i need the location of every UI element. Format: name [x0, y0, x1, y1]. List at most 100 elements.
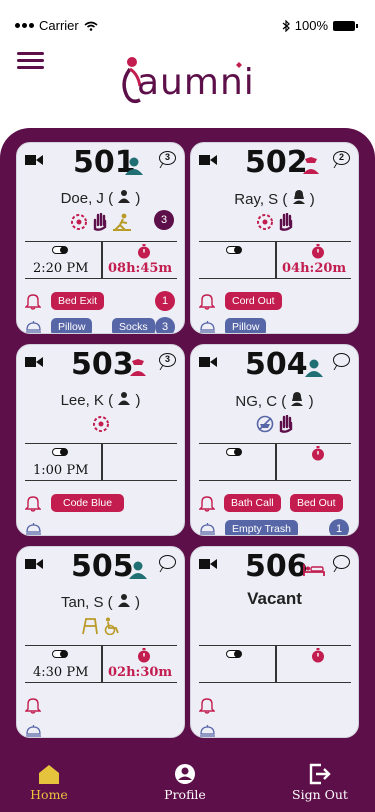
chat-bubble-icon[interactable] [333, 555, 350, 569]
alert-chip-bed-exit[interactable]: Bed Exit [51, 292, 105, 310]
pill-icon [226, 650, 242, 658]
message-count: 3 [164, 354, 170, 364]
carrier-label: Carrier [39, 18, 79, 33]
bed-icon [303, 564, 325, 576]
medication-panel: 4:30 PM 02h:30m [25, 645, 177, 683]
stop-hand-icon [93, 213, 106, 231]
medication-panel: 2:20 PM 08h:45m [25, 241, 177, 279]
signal-icon [15, 23, 34, 28]
person-icon [291, 392, 304, 406]
message-count-icon[interactable]: 2 [333, 151, 350, 165]
nav-sign-out[interactable]: Sign Out [280, 763, 360, 802]
alert-chip-bed-out[interactable]: Bed Out [290, 494, 343, 512]
alert-chip-code-blue[interactable]: Code Blue [51, 494, 125, 512]
person-icon [292, 190, 305, 204]
message-count: 3 [164, 152, 170, 162]
video-camera-icon[interactable] [25, 558, 43, 570]
alert-row: Code Blue [25, 493, 177, 515]
stopwatch-icon [312, 244, 324, 259]
request-chip-pillow[interactable]: Pillow [225, 318, 267, 333]
alert-row [25, 695, 177, 717]
room-card-505[interactable]: 505 Tan, S ( ) 4:30 PM 02h:30m [16, 546, 185, 738]
room-card-501[interactable]: 501 3 Doe, J ( ) 3 2:20 PM 08h:45m Bed E… [16, 142, 185, 334]
nurse-icon [305, 359, 323, 377]
stopwatch-icon [312, 648, 324, 663]
battery-icon [333, 20, 358, 31]
nav-home[interactable]: Home [9, 763, 89, 802]
bell-icon [25, 698, 41, 714]
divider [275, 444, 277, 480]
bluetooth-icon [282, 19, 290, 32]
fall-risk-icon [70, 214, 87, 230]
divider [275, 646, 277, 682]
request-chip-socks[interactable]: Socks [112, 318, 155, 333]
walker-icon [81, 618, 98, 635]
nurse-icon [130, 359, 146, 376]
next-med-time: 4:30 PM [33, 665, 89, 680]
patient-name: Doe, J ( ) [60, 190, 141, 207]
chat-bubble-icon[interactable] [159, 555, 176, 569]
next-med-time: 1:00 PM [33, 463, 89, 478]
alert-chip-bath-call[interactable]: Bath Call [224, 494, 281, 512]
room-card-502[interactable]: 502 2 Ray, S ( ) 04h:20m Cord Out Pillow [190, 142, 359, 334]
bell-icon [25, 294, 41, 310]
service-bell-icon [26, 725, 41, 737]
request-row: Empty Trash 1 [199, 519, 351, 535]
elapsed-timer: 04h:20m [282, 261, 347, 276]
nav-profile[interactable]: Profile [145, 763, 225, 802]
room-card-504[interactable]: 504 NG, C ( ) Bath Call Bed Out Empty Tr… [190, 344, 359, 536]
menu-icon[interactable] [17, 52, 45, 70]
battery-label: 100% [294, 18, 328, 33]
request-count-badge: 3 [155, 317, 175, 333]
room-number: 502 [245, 145, 308, 180]
stopwatch-icon [138, 648, 150, 663]
patient-name: Lee, K ( ) [60, 392, 141, 409]
request-chip-empty-trash[interactable]: Empty Trash [225, 520, 298, 535]
chat-bubble-icon[interactable] [333, 353, 350, 367]
service-bell-icon [200, 523, 215, 535]
request-row: Pillow [199, 317, 351, 333]
bottom-nav: Home Profile Sign Out [0, 752, 375, 812]
room-number: 504 [245, 347, 308, 382]
person-icon [117, 594, 130, 607]
status-icons [191, 413, 358, 435]
divider [101, 242, 103, 278]
video-camera-icon[interactable] [25, 154, 43, 166]
service-bell-icon [26, 321, 41, 333]
patient-name: Ray, S ( ) [234, 190, 315, 208]
alert-chip-cord-out[interactable]: Cord Out [225, 292, 282, 310]
pill-icon [52, 246, 68, 254]
request-row: Pillow Socks 3 [25, 317, 177, 333]
medication-panel: 04h:20m [199, 241, 351, 279]
alert-row: Bath Call Bed Out [199, 493, 351, 515]
patient-name: NG, C ( ) [235, 392, 314, 410]
fall-risk-icon [256, 214, 273, 230]
service-bell-icon [200, 725, 215, 737]
nurse-icon [125, 157, 143, 175]
bell-icon [199, 496, 215, 512]
system-indicators: 100% [282, 18, 358, 33]
alert-row [199, 695, 351, 717]
nav-profile-label: Profile [164, 787, 206, 802]
message-count-icon[interactable]: 3 [159, 353, 176, 367]
request-count-badge: 1 [329, 519, 349, 535]
room-card-506[interactable]: 506 Vacant [190, 546, 359, 738]
video-camera-icon[interactable] [199, 154, 217, 166]
request-chip-pillow[interactable]: Pillow [51, 318, 93, 333]
video-camera-icon[interactable] [199, 558, 217, 570]
video-camera-icon[interactable] [25, 356, 43, 368]
request-row [25, 721, 177, 737]
video-camera-icon[interactable] [199, 356, 217, 368]
medication-panel: 1:00 PM [25, 443, 177, 481]
alert-count-badge: 1 [155, 291, 175, 311]
status-icons [17, 615, 184, 637]
room-dashboard: 501 3 Doe, J ( ) 3 2:20 PM 08h:45m Bed E… [0, 128, 375, 752]
service-bell-icon [26, 523, 41, 535]
stopwatch-icon [312, 446, 324, 461]
request-row [25, 519, 177, 535]
divider [275, 242, 277, 278]
message-count-icon[interactable]: 3 [159, 151, 176, 165]
bell-icon [25, 496, 41, 512]
alert-row: Cord Out [199, 291, 351, 313]
room-card-503[interactable]: 503 3 Lee, K ( ) 1:00 PM Code Blue [16, 344, 185, 536]
